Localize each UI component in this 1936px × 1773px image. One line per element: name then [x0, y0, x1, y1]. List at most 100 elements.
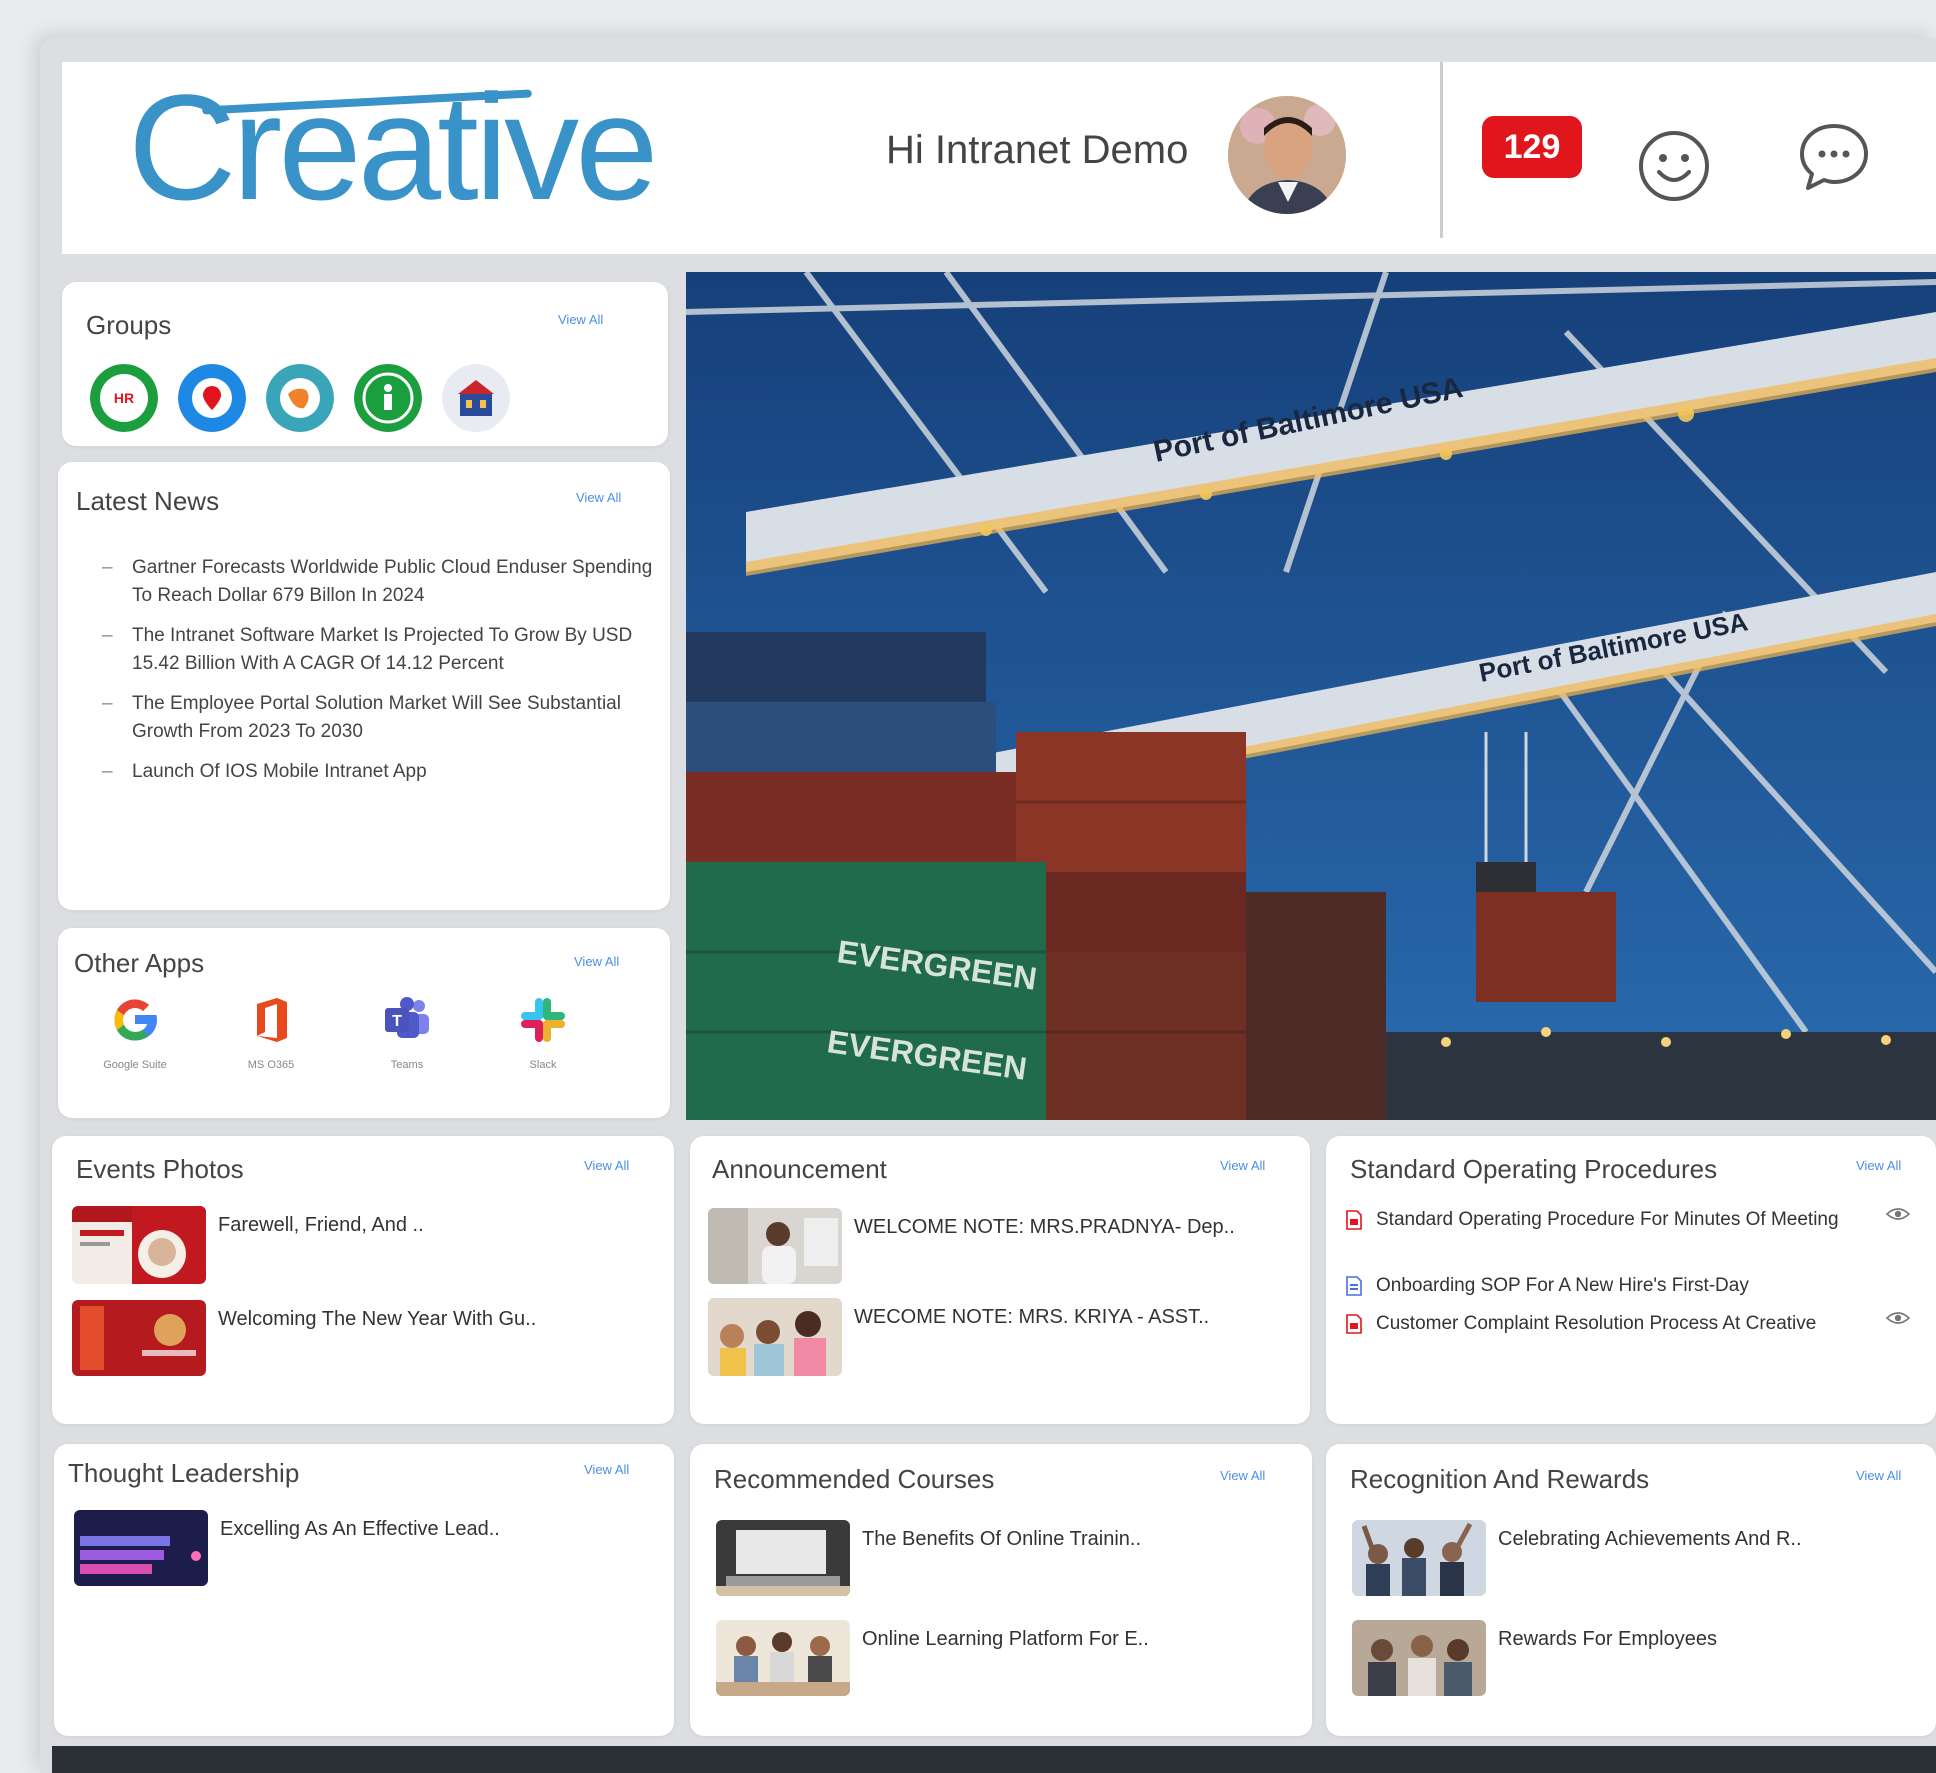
course-item[interactable]: The Benefits Of Online Trainin..: [716, 1520, 1141, 1596]
recognition-item[interactable]: Rewards For Employees: [1352, 1620, 1717, 1696]
news-item[interactable]: Gartner Forecasts Worldwide Public Cloud…: [102, 554, 662, 610]
recognition-item[interactable]: Celebrating Achievements And R..: [1352, 1520, 1802, 1596]
announcement-text: WELCOME NOTE: MRS.PRADNYA- Dep..: [854, 1216, 1235, 1238]
events-photos-card: Events Photos View All Farewell, Friend,…: [52, 1136, 674, 1424]
globe-group-icon[interactable]: [266, 364, 334, 432]
sop-item[interactable]: Standard Operating Procedure For Minutes…: [1346, 1206, 1910, 1233]
event-title: Welcoming The New Year With Gu..: [218, 1308, 537, 1330]
team-group-icon[interactable]: [442, 364, 510, 432]
recognition-text: Rewards For Employees: [1498, 1628, 1717, 1650]
pdf-icon: [1346, 1314, 1362, 1334]
sop-item[interactable]: Customer Complaint Resolution Process At…: [1346, 1310, 1910, 1337]
event-thumbnail: [72, 1300, 206, 1376]
app-label: Slack: [529, 1059, 557, 1071]
latest-news-view-all[interactable]: View All: [576, 490, 621, 505]
sop-view-all[interactable]: View All: [1856, 1158, 1901, 1173]
announcement-item[interactable]: WELCOME NOTE: MRS.PRADNYA- Dep..: [708, 1208, 1235, 1284]
notification-badge[interactable]: 129: [1482, 116, 1582, 178]
thought-leadership-title: Thought Leadership: [68, 1458, 300, 1488]
course-thumbnail: [716, 1620, 850, 1696]
app-label: Google Suite: [103, 1059, 167, 1071]
user-avatar[interactable]: [1228, 96, 1346, 214]
groups-title: Groups: [86, 310, 172, 340]
sop-title: Standard Operating Procedures: [1350, 1154, 1718, 1184]
info-group-icon[interactable]: [354, 364, 422, 432]
hero-banner[interactable]: Port of Baltimore USA Port of Baltimore …: [686, 272, 1936, 1120]
announcement-thumbnail: [708, 1298, 842, 1376]
recommended-courses-view-all[interactable]: View All: [1220, 1468, 1265, 1483]
sop-text: Onboarding SOP For A New Hire's First-Da…: [1376, 1275, 1749, 1296]
pdf-icon: [1346, 1210, 1362, 1230]
recognition-text: Celebrating Achievements And R..: [1498, 1528, 1802, 1550]
sop-item[interactable]: Onboarding SOP For A New Hire's First-Da…: [1346, 1272, 1906, 1299]
doc-icon: [1346, 1276, 1362, 1296]
app-slack[interactable]: Slack: [486, 990, 600, 1071]
events-photos-view-all[interactable]: View All: [584, 1158, 629, 1173]
recognition-thumbnail: [1352, 1620, 1486, 1696]
event-title: Farewell, Friend, And ..: [218, 1214, 424, 1236]
sop-text: Customer Complaint Resolution Process At…: [1376, 1313, 1817, 1334]
other-apps-card: Other Apps View All Google Suite MS O365: [58, 928, 670, 1118]
announcement-thumbnail: [708, 1208, 842, 1284]
latest-news-title: Latest News: [76, 486, 220, 516]
google-icon: [114, 999, 157, 1041]
other-apps-view-all[interactable]: View All: [574, 954, 619, 969]
recognition-thumbnail: [1352, 1520, 1486, 1596]
events-item[interactable]: Farewell, Friend, And ..: [72, 1206, 424, 1284]
creative-logo[interactable]: Creative: [128, 72, 659, 222]
groups-card: Groups View All HR: [62, 282, 668, 446]
teams-icon: T: [385, 997, 429, 1038]
location-group-icon[interactable]: [178, 364, 246, 432]
announcement-card: Announcement View All WELCOME NOTE: MRS.…: [690, 1136, 1310, 1424]
announcement-title: Announcement: [712, 1154, 887, 1184]
thought-leadership-item[interactable]: Excelling As An Effective Lead..: [74, 1510, 500, 1586]
app-ms-o365[interactable]: MS O365: [214, 990, 328, 1071]
footer-bar: [52, 1746, 1936, 1773]
groups-view-all[interactable]: View All: [558, 312, 603, 327]
view-eye-icon[interactable]: [1886, 1310, 1910, 1326]
events-photos-title: Events Photos: [76, 1154, 244, 1184]
hr-group-icon[interactable]: HR: [90, 364, 158, 432]
app-list: Google Suite MS O365 T Teams Slack: [78, 990, 600, 1071]
slack-icon: [521, 998, 565, 1042]
top-header: Creative Hi Intranet Demo 129: [62, 62, 1936, 254]
news-item[interactable]: Launch Of IOS Mobile Intranet App: [102, 758, 662, 786]
app-google-suite[interactable]: Google Suite: [78, 990, 192, 1071]
course-title: The Benefits Of Online Trainin..: [862, 1528, 1142, 1550]
group-icon-list: HR: [90, 364, 510, 432]
thought-leadership-text: Excelling As An Effective Lead..: [220, 1518, 500, 1540]
latest-news-card: Latest News View All Gartner Forecasts W…: [58, 462, 670, 910]
announcement-view-all[interactable]: View All: [1220, 1158, 1265, 1173]
announcement-item[interactable]: WECOME NOTE: MRS. KRIYA - ASST..: [708, 1298, 1209, 1376]
office-icon: [257, 998, 287, 1042]
sop-text: Standard Operating Procedure For Minutes…: [1376, 1209, 1839, 1230]
svg-text:HR: HR: [114, 390, 134, 406]
app-teams[interactable]: T Teams: [350, 990, 464, 1071]
app-label: MS O365: [247, 1059, 295, 1071]
user-greeting: Hi Intranet Demo: [886, 128, 1189, 172]
chat-icon[interactable]: [1796, 120, 1872, 196]
recognition-card: Recognition And Rewards View All Celebra…: [1326, 1444, 1936, 1736]
thought-leadership-view-all[interactable]: View All: [584, 1462, 629, 1477]
thought-leadership-thumbnail: [74, 1510, 208, 1586]
view-eye-icon[interactable]: [1886, 1206, 1910, 1222]
header-divider: [1440, 62, 1443, 238]
events-item[interactable]: Welcoming The New Year With Gu..: [72, 1300, 536, 1376]
course-item[interactable]: Online Learning Platform For E..: [716, 1620, 1149, 1696]
thought-leadership-card: Thought Leadership View All Excelling As…: [54, 1444, 674, 1736]
news-list: Gartner Forecasts Worldwide Public Cloud…: [102, 554, 662, 798]
recommended-courses-card: Recommended Courses View All The Benefit…: [690, 1444, 1312, 1736]
svg-text:T: T: [392, 1013, 402, 1030]
recognition-title: Recognition And Rewards: [1350, 1464, 1650, 1494]
news-item[interactable]: The Intranet Software Market Is Projecte…: [102, 622, 662, 678]
recommended-courses-title: Recommended Courses: [714, 1464, 995, 1494]
course-thumbnail: [716, 1520, 850, 1596]
recognition-view-all[interactable]: View All: [1856, 1468, 1901, 1483]
news-item[interactable]: The Employee Portal Solution Market Will…: [102, 690, 662, 746]
announcement-text: WECOME NOTE: MRS. KRIYA - ASST..: [854, 1306, 1210, 1328]
course-title: Online Learning Platform For E..: [862, 1628, 1149, 1650]
smiley-icon[interactable]: [1636, 128, 1712, 204]
sop-card: Standard Operating Procedures View All S…: [1326, 1136, 1936, 1424]
app-label: Teams: [390, 1059, 424, 1071]
other-apps-title: Other Apps: [74, 948, 205, 978]
